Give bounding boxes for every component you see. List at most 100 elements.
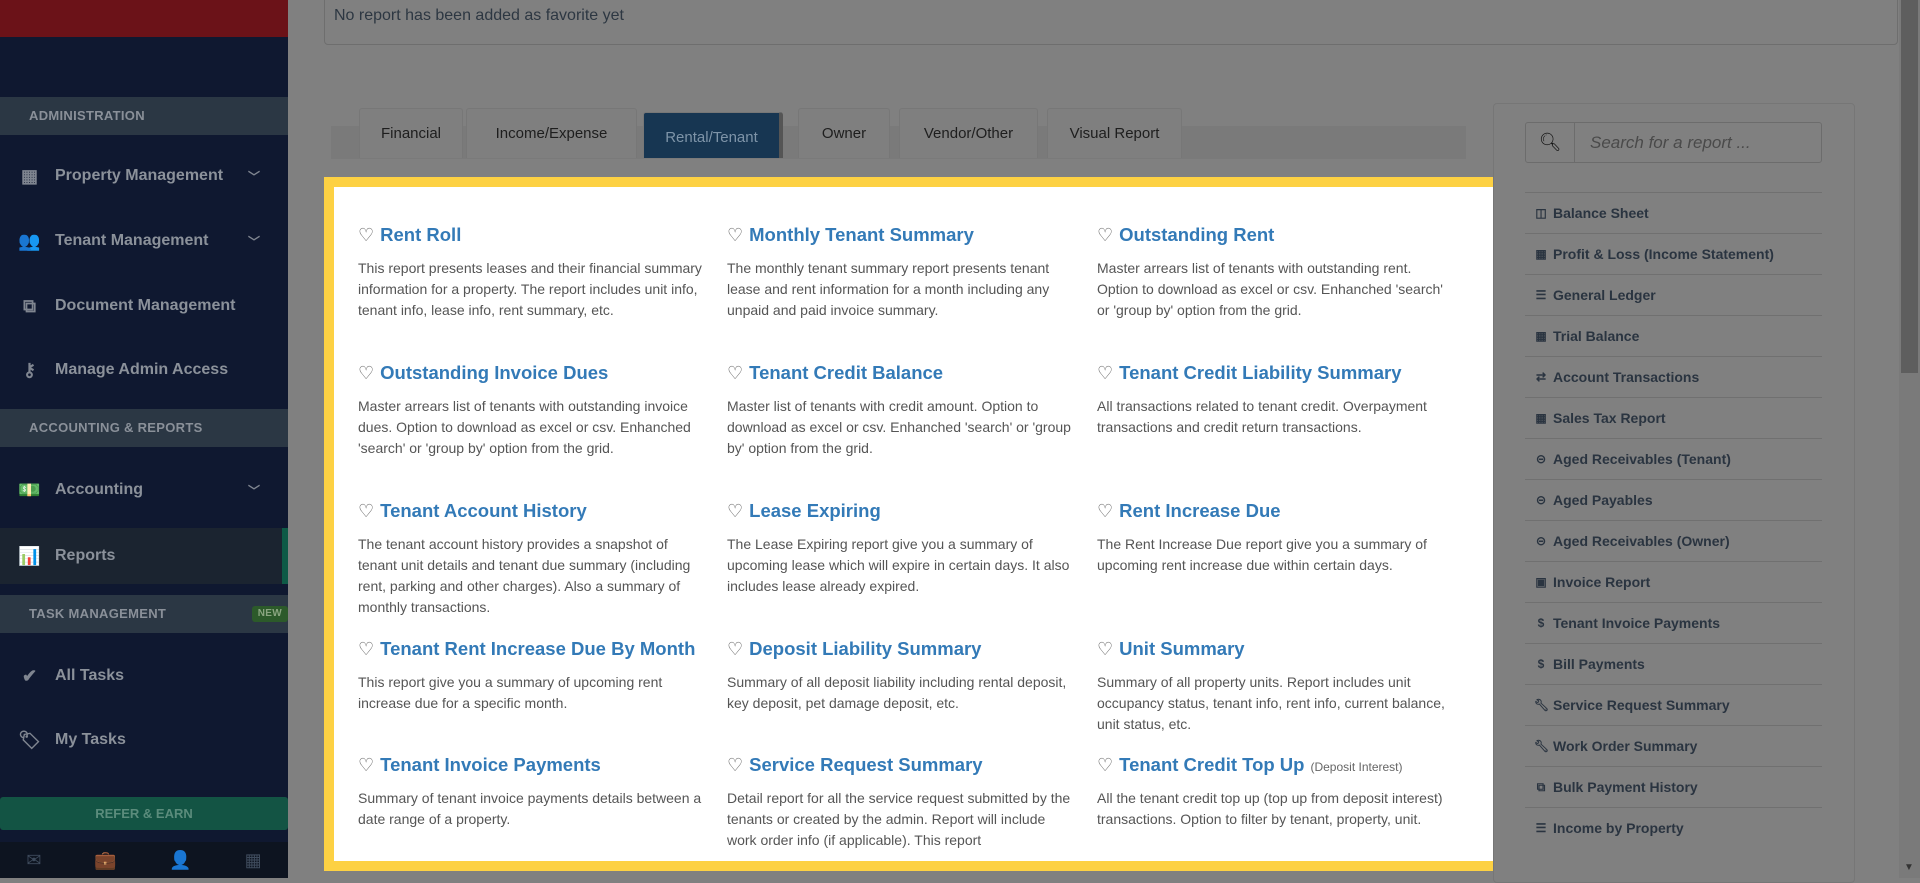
report-title[interactable]: Unit Summary [1119, 638, 1244, 660]
quick-report-item[interactable]: ▣ Invoice Report [1525, 561, 1822, 602]
tab-owner[interactable]: Owner [798, 108, 890, 158]
quick-report-item[interactable]: $ Tenant Invoice Payments [1525, 602, 1822, 643]
quick-report-label[interactable]: Trial Balance [1553, 328, 1639, 344]
report-title-link[interactable]: ♡ Deposit Liability Summary [727, 638, 1087, 660]
tab-income-expense[interactable]: Income/Expense [466, 108, 637, 158]
report-title[interactable]: Tenant Account History [380, 500, 587, 522]
heart-icon[interactable]: ♡ [727, 755, 743, 776]
quick-report-item[interactable]: ▦ Sales Tax Report [1525, 397, 1822, 438]
quick-report-item[interactable]: ▦ Trial Balance [1525, 315, 1822, 356]
report-title[interactable]: Tenant Credit Liability Summary [1119, 362, 1401, 384]
calendar-icon[interactable]: ▦ [245, 850, 262, 871]
tab-vendor-other[interactable]: Vendor/Other [899, 108, 1038, 158]
sidebar-item-manage-admin-access[interactable]: ⚷ Manage Admin Access [0, 344, 288, 396]
quick-report-item[interactable]: ◫ Balance Sheet [1525, 192, 1822, 233]
quick-report-label[interactable]: Profit & Loss (Income Statement) [1553, 246, 1774, 262]
quick-report-label[interactable]: Work Order Summary [1553, 738, 1697, 754]
sidebar-item-my-tasks[interactable]: 🏷 My Tasks [0, 714, 288, 766]
heart-icon[interactable]: ♡ [358, 225, 374, 246]
heart-icon[interactable]: ♡ [1097, 501, 1113, 522]
quick-report-item[interactable]: $ Bill Payments [1525, 643, 1822, 684]
report-title[interactable]: Monthly Tenant Summary [749, 224, 974, 246]
sidebar-item-property-management[interactable]: ▦ Property Management ﹀ [0, 150, 288, 202]
quick-report-label[interactable]: General Ledger [1553, 287, 1656, 303]
tab-financial[interactable]: Financial [359, 108, 463, 158]
heart-icon[interactable]: ♡ [1097, 363, 1113, 384]
report-title[interactable]: Tenant Credit Top Up [1119, 754, 1304, 776]
report-title[interactable]: Deposit Liability Summary [749, 638, 981, 660]
sidebar-item-all-tasks[interactable]: ✔ All Tasks [0, 650, 288, 702]
quick-report-label[interactable]: Aged Payables [1553, 492, 1653, 508]
quick-report-item[interactable]: ⊝ Aged Payables [1525, 479, 1822, 520]
tab-visual-report[interactable]: Visual Report [1047, 108, 1182, 158]
quick-report-item[interactable]: ▦ Profit & Loss (Income Statement) [1525, 233, 1822, 274]
briefcase-icon[interactable]: 💼 [94, 850, 116, 871]
sidebar-item-reports[interactable]: 📊 Reports [0, 528, 288, 584]
search-input[interactable] [1575, 123, 1821, 162]
quick-report-label[interactable]: Sales Tax Report [1553, 410, 1666, 426]
heart-icon[interactable]: ♡ [1097, 755, 1113, 776]
quick-report-label[interactable]: Bulk Payment History [1553, 779, 1698, 795]
report-title-link[interactable]: ♡ Tenant Credit Top Up (Deposit Interest) [1097, 754, 1457, 776]
quick-report-label[interactable]: Tenant Invoice Payments [1553, 615, 1720, 631]
report-title-link[interactable]: ♡ Tenant Rent Increase Due By Month [358, 638, 718, 660]
quick-report-label[interactable]: Invoice Report [1553, 574, 1650, 590]
report-title-link[interactable]: ♡ Tenant Invoice Payments [358, 754, 718, 776]
heart-icon[interactable]: ♡ [1097, 639, 1113, 660]
heart-icon[interactable]: ♡ [727, 363, 743, 384]
report-title-link[interactable]: ♡ Unit Summary [1097, 638, 1457, 660]
quick-report-item[interactable]: ⊝ Aged Receivables (Owner) [1525, 520, 1822, 561]
mail-icon[interactable]: ✉ [26, 850, 41, 871]
report-title[interactable]: Tenant Credit Balance [749, 362, 943, 384]
heart-icon[interactable]: ♡ [727, 225, 743, 246]
heart-icon[interactable]: ♡ [358, 755, 374, 776]
report-title[interactable]: Service Request Summary [749, 754, 982, 776]
report-title[interactable]: Tenant Invoice Payments [380, 754, 601, 776]
quick-report-label[interactable]: Aged Receivables (Owner) [1553, 533, 1730, 549]
heart-icon[interactable]: ♡ [727, 639, 743, 660]
search-button[interactable]: 🔍︎ [1526, 123, 1575, 162]
tab-rental-tenant[interactable]: Rental/Tenant [643, 112, 783, 158]
user-icon[interactable]: 👤 [169, 850, 191, 871]
report-title-link[interactable]: ♡ Rent Roll [358, 224, 718, 246]
heart-icon[interactable]: ♡ [358, 639, 374, 660]
refer-earn-button[interactable]: REFER & EARN [0, 797, 288, 830]
quick-report-item[interactable]: 🔧︎ Work Order Summary [1525, 725, 1822, 766]
sidebar-item-document-management[interactable]: ⧉ Document Management [0, 280, 288, 332]
scroll-down-arrow-icon[interactable]: ▼ [1904, 862, 1914, 873]
scrollbar-thumb[interactable] [1901, 0, 1918, 373]
quick-report-item[interactable]: ☰ General Ledger [1525, 274, 1822, 315]
report-title[interactable]: Lease Expiring [749, 500, 881, 522]
heart-icon[interactable]: ♡ [1097, 225, 1113, 246]
quick-report-item[interactable]: ☰ Income by Property [1525, 807, 1822, 848]
report-title-link[interactable]: ♡ Outstanding Invoice Dues [358, 362, 718, 384]
heart-icon[interactable]: ♡ [358, 501, 374, 522]
report-title-link[interactable]: ♡ Tenant Credit Liability Summary [1097, 362, 1457, 384]
report-title[interactable]: Rent Roll [380, 224, 461, 246]
heart-icon[interactable]: ♡ [727, 501, 743, 522]
quick-report-label[interactable]: Income by Property [1553, 820, 1684, 836]
report-title-link[interactable]: ♡ Tenant Account History [358, 500, 718, 522]
quick-report-item[interactable]: 🔧︎ Service Request Summary [1525, 684, 1822, 725]
report-title-link[interactable]: ♡ Outstanding Rent [1097, 224, 1457, 246]
quick-report-item[interactable]: ⧉ Bulk Payment History [1525, 766, 1822, 807]
quick-report-label[interactable]: Balance Sheet [1553, 205, 1649, 221]
sidebar-item-accounting[interactable]: 💵 Accounting ﹀ [0, 464, 288, 516]
report-title-link[interactable]: ♡ Monthly Tenant Summary [727, 224, 1087, 246]
sidebar-item-tenant-management[interactable]: 👥 Tenant Management ﹀ [0, 215, 288, 267]
report-title[interactable]: Tenant Rent Increase Due By Month [380, 638, 695, 660]
quick-report-item[interactable]: ⊝ Aged Receivables (Tenant) [1525, 438, 1822, 479]
report-title[interactable]: Rent Increase Due [1119, 500, 1280, 522]
quick-report-label[interactable]: Account Transactions [1553, 369, 1699, 385]
quick-report-item[interactable]: ⇄ Account Transactions [1525, 356, 1822, 397]
report-title[interactable]: Outstanding Invoice Dues [380, 362, 608, 384]
report-title-link[interactable]: ♡ Tenant Credit Balance [727, 362, 1087, 384]
report-title[interactable]: Outstanding Rent [1119, 224, 1274, 246]
quick-report-label[interactable]: Aged Receivables (Tenant) [1553, 451, 1731, 467]
scrollbar[interactable] [1899, 0, 1920, 878]
report-title-link[interactable]: ♡ Service Request Summary [727, 754, 1087, 776]
heart-icon[interactable]: ♡ [358, 363, 374, 384]
report-title-link[interactable]: ♡ Rent Increase Due [1097, 500, 1457, 522]
quick-report-label[interactable]: Service Request Summary [1553, 697, 1730, 713]
report-title-link[interactable]: ♡ Lease Expiring [727, 500, 1087, 522]
